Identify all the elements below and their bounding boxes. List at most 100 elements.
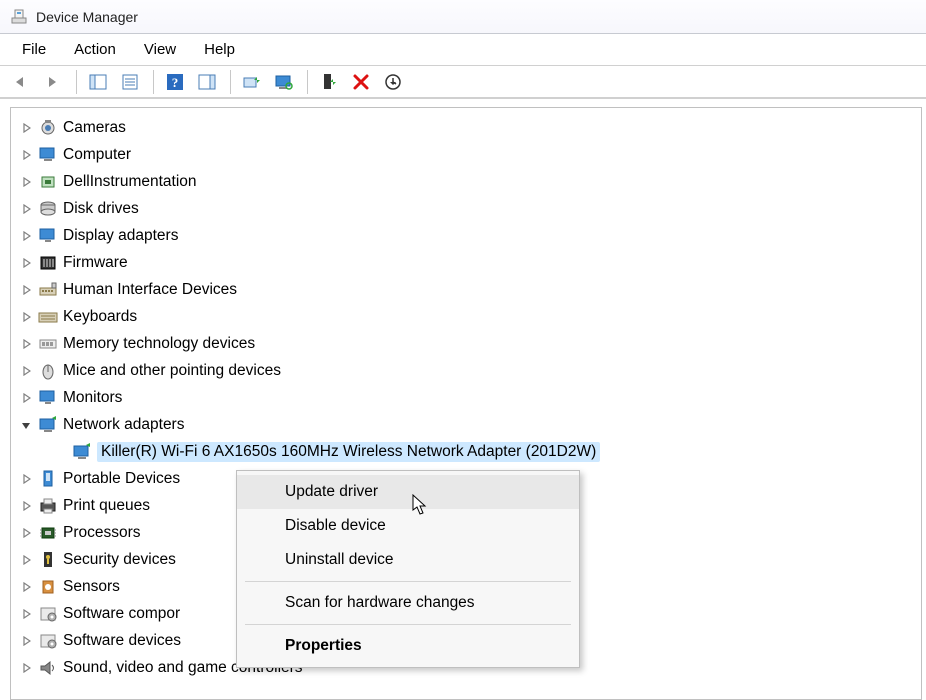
menu-action[interactable]: Action [60,37,130,62]
uninstall-device-button[interactable] [346,68,376,96]
tree-node-label: Print queues [63,497,150,515]
tree-expander-icon[interactable] [19,607,33,621]
camera-icon [37,118,59,138]
monitor-icon [37,226,59,246]
tree-expander-icon[interactable] [19,580,33,594]
tree-node-label: Software compor [63,605,180,623]
network-icon [71,442,93,462]
enable-device-button[interactable] [314,68,344,96]
toolbar-separator [230,70,231,94]
sound-icon [37,658,59,678]
tree-node-label: Software devices [63,632,181,650]
tree-node[interactable]: Cameras [15,114,919,141]
software-icon [37,631,59,651]
hid-icon [37,280,59,300]
tree-expander-icon[interactable] [19,472,33,486]
tree-node-child[interactable]: Killer(R) Wi-Fi 6 AX1650s 160MHz Wireles… [15,438,919,465]
tree-node-label: Processors [63,524,141,542]
mouse-icon [37,361,59,381]
tree-node-label: Human Interface Devices [63,281,237,299]
tree-expander-icon[interactable] [19,661,33,675]
network-icon [37,415,59,435]
tree-node-label: Security devices [63,551,176,569]
tree-node[interactable]: Disk drives [15,195,919,222]
tree-expander-icon[interactable] [19,229,33,243]
tree-expander-icon[interactable] [19,526,33,540]
tree-expander-icon[interactable] [19,418,33,432]
portable-icon [37,469,59,489]
context-menu-item[interactable]: Properties [237,629,579,663]
tree-expander-icon[interactable] [19,256,33,270]
tree-node-label: Monitors [63,389,122,407]
help-button[interactable]: ? [160,68,190,96]
cpu-icon [37,523,59,543]
disable-device-button[interactable] [378,68,408,96]
tree-node[interactable]: Monitors [15,384,919,411]
context-menu-separator [245,624,571,625]
tree-node[interactable]: Network adapters [15,411,919,438]
tree-expander-icon[interactable] [19,391,33,405]
tree-node[interactable]: Display adapters [15,222,919,249]
tree-expander-icon[interactable] [19,175,33,189]
tree-expander-icon[interactable] [19,121,33,135]
toolbar-separator [76,70,77,94]
show-hide-console-tree-button[interactable] [83,68,113,96]
tree-node-label: Mice and other pointing devices [63,362,281,380]
toolbar-separator [153,70,154,94]
window-title: Device Manager [36,9,138,25]
tree-expander-icon[interactable] [19,283,33,297]
tree-node-label: Network adapters [63,416,184,434]
tree-expander-icon[interactable] [19,202,33,216]
tree-expander-icon[interactable] [19,337,33,351]
tree-node-label: Firmware [63,254,128,272]
svg-text:?: ? [172,75,179,90]
tree-node-label: Portable Devices [63,470,180,488]
forward-button[interactable] [38,68,68,96]
tree-expander-icon[interactable] [19,148,33,162]
menu-file[interactable]: File [8,37,60,62]
tree-expander-icon[interactable] [19,553,33,567]
tree-node[interactable]: Firmware [15,249,919,276]
menu-view[interactable]: View [130,37,190,62]
tree-node[interactable]: Human Interface Devices [15,276,919,303]
context-menu-separator [245,581,571,582]
tree-node[interactable]: DellInstrumentation [15,168,919,195]
tree-node-label: Keyboards [63,308,137,326]
memory-icon [37,334,59,354]
tree-expander-icon[interactable] [19,499,33,513]
firmware-icon [37,253,59,273]
tree-node[interactable]: Computer [15,141,919,168]
tree-node-label: Computer [63,146,131,164]
context-menu-item[interactable]: Scan for hardware changes [237,586,579,620]
scan-hardware-button[interactable] [269,68,299,96]
security-icon [37,550,59,570]
toolbar-separator [307,70,308,94]
tree-node-label: Memory technology devices [63,335,255,353]
tree-expander-icon[interactable] [19,310,33,324]
tree-expander-icon[interactable] [19,364,33,378]
toolbar: ? [0,66,926,98]
context-menu: Update driverDisable deviceUninstall dev… [236,470,580,668]
context-menu-item[interactable]: Update driver [237,475,579,509]
chip-icon [37,172,59,192]
back-button[interactable] [6,68,36,96]
tree-node[interactable]: Mice and other pointing devices [15,357,919,384]
app-icon [10,8,28,26]
tree-expander-icon[interactable] [19,634,33,648]
disk-icon [37,199,59,219]
tree-node[interactable]: Keyboards [15,303,919,330]
keyboard-icon [37,307,59,327]
tree-node-label: Display adapters [63,227,178,245]
context-menu-item[interactable]: Uninstall device [237,543,579,577]
show-hide-action-pane-button[interactable] [192,68,222,96]
menubar: File Action View Help [0,34,926,66]
monitor-icon [37,388,59,408]
tree-node[interactable]: Memory technology devices [15,330,919,357]
update-driver-button[interactable] [237,68,267,96]
tree-node-label: Cameras [63,119,126,137]
context-menu-item[interactable]: Disable device [237,509,579,543]
properties-button[interactable] [115,68,145,96]
sensor-icon [37,577,59,597]
menu-help[interactable]: Help [190,37,249,62]
tree-node-label: Killer(R) Wi-Fi 6 AX1650s 160MHz Wireles… [97,442,600,462]
